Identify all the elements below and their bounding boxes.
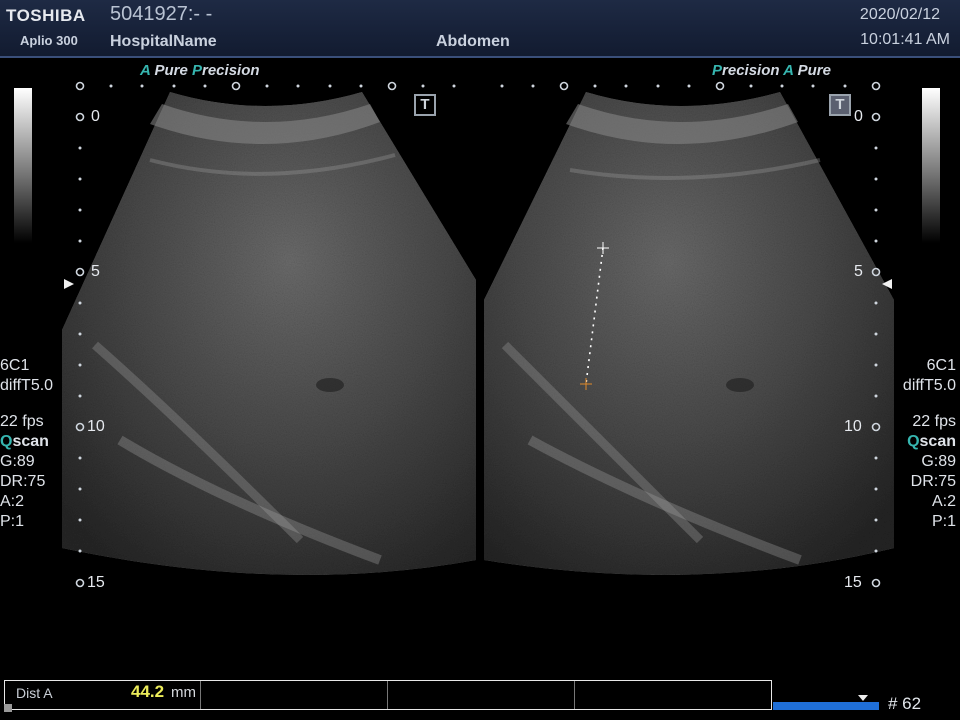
ultrasound-image-left[interactable] (62, 92, 476, 575)
gain-label: G:89 (921, 453, 956, 470)
status-indicator (4, 704, 12, 712)
orientation-t-icon-right[interactable]: T (829, 94, 851, 116)
dynamic-range-label: DR:75 (0, 473, 46, 490)
param-panel-right: 22 fps Qscan G:89 DR:75 A:2 P:1 (907, 412, 956, 532)
param-panel-left-top: 6C1 diffT5.0 (0, 356, 53, 396)
ultrasound-image-right[interactable] (484, 92, 894, 575)
a-param-label: A:2 (0, 493, 25, 510)
gain-label: G:89 (0, 453, 35, 470)
qscan-q: Q (907, 433, 920, 450)
depth-label-right-10: 10 (844, 418, 862, 435)
depth-label-left-0: 0 (91, 108, 100, 125)
fps-label: 22 fps (0, 413, 44, 430)
top-scale-right (559, 81, 881, 91)
measurement-label: Dist A (16, 685, 53, 701)
qscan-q: Q (0, 433, 13, 450)
ultrasound-scan-area[interactable] (0, 0, 960, 720)
probe-label: 6C1 (926, 357, 956, 374)
depth-label-right-15: 15 (844, 574, 862, 591)
depth-label-right-5: 5 (854, 263, 863, 280)
a-param-label: A:2 (931, 493, 956, 510)
param-panel-left: 22 fps Qscan G:89 DR:75 A:2 P:1 (0, 412, 49, 532)
depth-label-right-0: 0 (854, 108, 863, 125)
measurement-cell-empty-1[interactable] (201, 681, 388, 709)
qscan-scan: scan (12, 433, 49, 450)
measurement-results-box[interactable]: Dist A 44.2 mm (4, 680, 772, 710)
measurement-unit: mm (171, 684, 196, 701)
cine-pointer-icon[interactable] (858, 695, 868, 701)
measurement-cell-dist-a[interactable]: Dist A 44.2 mm (5, 681, 201, 709)
top-dots-right (500, 84, 847, 88)
depth-label-left-15: 15 (87, 574, 105, 591)
dynamic-range-label: DR:75 (910, 473, 956, 490)
frame-number: # 62 (888, 694, 922, 713)
param-panel-right-top: 6C1 diffT5.0 (903, 356, 956, 396)
orientation-t-icon-left[interactable]: T (414, 94, 436, 116)
fps-label: 22 fps (912, 413, 956, 430)
cine-progress-bar[interactable] (773, 702, 879, 710)
focus-marker-left[interactable] (64, 279, 74, 289)
p-param-label: P:1 (0, 513, 25, 530)
p-param-label: P:1 (931, 513, 956, 530)
qscan-label: Qscan (907, 432, 956, 452)
top-dots-left (109, 84, 456, 88)
measurement-value: 44.2 (131, 682, 165, 701)
depth-label-left-5: 5 (91, 263, 100, 280)
qscan-label: Qscan (0, 432, 49, 452)
preset-label: diffT5.0 (902, 377, 956, 394)
probe-label: 6C1 (0, 357, 30, 374)
depth-label-left-10: 10 (87, 418, 105, 435)
measurement-cell-empty-3[interactable] (575, 681, 771, 709)
measurement-cell-empty-2[interactable] (388, 681, 575, 709)
qscan-scan: scan (919, 433, 956, 450)
preset-label: diffT5.0 (0, 377, 54, 394)
top-scale-left (75, 81, 397, 91)
